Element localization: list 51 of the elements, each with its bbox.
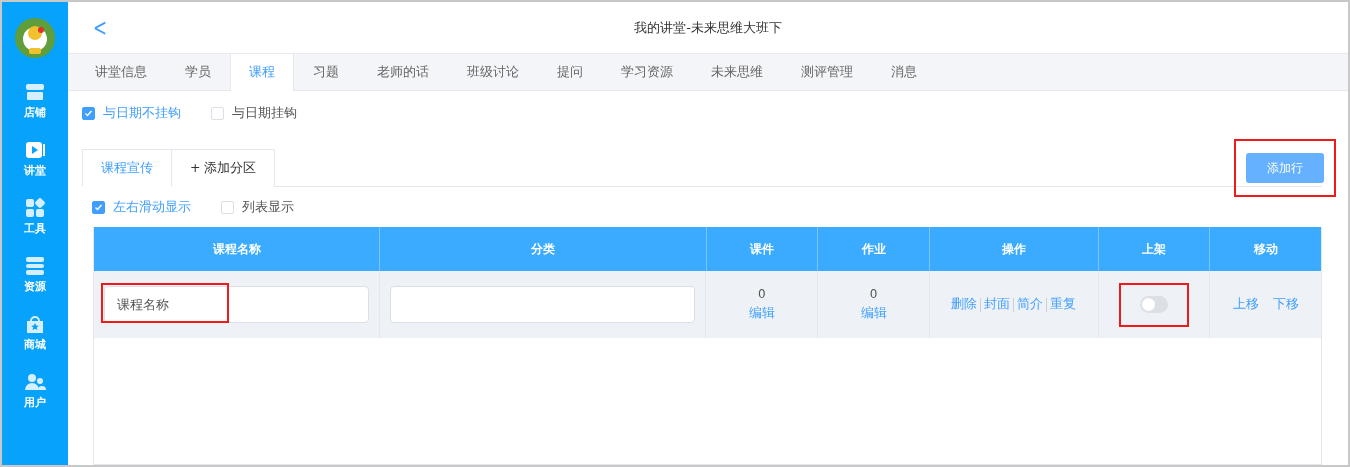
tab[interactable]: 学员 bbox=[166, 54, 230, 91]
move-link[interactable]: 上移 bbox=[1232, 296, 1259, 313]
checkbox-label: 左右滑动显示 bbox=[113, 198, 191, 216]
grid-icon bbox=[24, 198, 46, 218]
section-tab[interactable]: + 添加分区 bbox=[172, 149, 276, 187]
checkbox[interactable] bbox=[92, 200, 105, 214]
edit-link[interactable]: 编辑 bbox=[748, 305, 775, 322]
action-link[interactable]: 封面 bbox=[984, 296, 1011, 313]
tab[interactable]: 老师的话 bbox=[358, 54, 448, 91]
play-icon bbox=[24, 140, 46, 160]
publish-switch[interactable] bbox=[1139, 296, 1168, 313]
back-button[interactable]: < bbox=[90, 14, 110, 42]
checkbox[interactable] bbox=[82, 106, 95, 120]
tab[interactable]: 课程 bbox=[230, 54, 294, 91]
tab[interactable]: 学习资源 bbox=[602, 54, 692, 91]
action-link[interactable]: 简介 bbox=[1017, 296, 1044, 313]
checkbox-label: 与日期挂钩 bbox=[232, 104, 297, 122]
page-title: 我的讲堂-未来思维大班下 bbox=[634, 18, 782, 37]
column-header: 移动 bbox=[1252, 240, 1279, 258]
category-input-field[interactable] bbox=[390, 286, 696, 323]
move-link[interactable]: 下移 bbox=[1272, 296, 1299, 313]
action-link[interactable]: 重复 bbox=[1050, 296, 1077, 313]
storefront-icon bbox=[24, 82, 46, 102]
shopping-bag-icon bbox=[24, 314, 46, 334]
section-tab[interactable]: 课程宣传 bbox=[82, 149, 172, 187]
homework-count: 0 bbox=[869, 287, 878, 301]
check-icon bbox=[84, 108, 93, 118]
tab[interactable]: 班级讨论 bbox=[448, 54, 538, 91]
sidebar-item[interactable]: 资源 bbox=[24, 256, 46, 294]
sidebar-item[interactable]: 店铺 bbox=[24, 82, 46, 120]
tab[interactable]: 提问 bbox=[538, 54, 602, 91]
sidebar-item[interactable]: 用户 bbox=[24, 372, 46, 410]
sidebar-item[interactable]: 商城 bbox=[24, 314, 46, 352]
name-input-field[interactable]: 课程名称 bbox=[104, 286, 370, 323]
tab[interactable]: 消息 bbox=[872, 54, 936, 91]
check-icon bbox=[94, 202, 103, 212]
sidebar-item[interactable]: 工具 bbox=[24, 198, 46, 236]
avatar[interactable] bbox=[15, 18, 55, 58]
courseware-count: 0 bbox=[757, 287, 766, 301]
action-link[interactable]: 删除 bbox=[951, 296, 978, 313]
checkbox-label: 列表显示 bbox=[242, 198, 294, 216]
users-icon bbox=[24, 372, 46, 392]
tab[interactable]: 习题 bbox=[294, 54, 358, 91]
checkbox-label: 与日期不挂钩 bbox=[103, 104, 181, 122]
tab[interactable]: 未来思维 bbox=[692, 54, 782, 91]
stack-icon bbox=[24, 256, 46, 276]
edit-link[interactable]: 编辑 bbox=[860, 305, 887, 322]
sidebar-item[interactable]: 讲堂 bbox=[24, 140, 46, 178]
add-row-button[interactable]: 添加行 bbox=[1246, 153, 1324, 183]
tab[interactable]: 测评管理 bbox=[782, 54, 872, 91]
tab[interactable]: 讲堂信息 bbox=[76, 54, 166, 91]
